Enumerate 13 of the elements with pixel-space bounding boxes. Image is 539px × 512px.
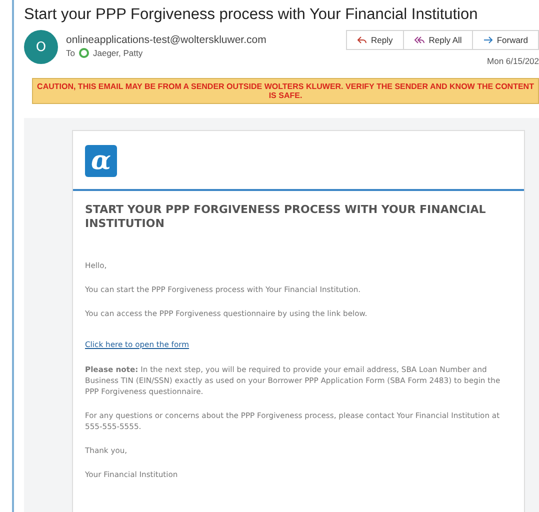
- received-date: Mon 6/15/202: [487, 56, 539, 66]
- email-heading: START YOUR PPP FORGIVENESS PROCESS WITH YOUR FINANCIAL INSTITUTION: [84, 202, 487, 232]
- to-label: To: [66, 48, 75, 58]
- alpha-logo: α: [85, 145, 117, 177]
- reply-icon: [357, 36, 367, 44]
- presence-icon: [78, 48, 89, 58]
- email-subject: Start your PPP Forgiveness process with Your Financial Institution: [24, 6, 479, 24]
- sender-address: onlineapplications-test@wolterskluwer.com: [66, 34, 268, 46]
- sender-avatar: O: [24, 30, 58, 64]
- recipient-name: Jaeger, Patty: [92, 48, 143, 58]
- caution-banner: CAUTION, THIS EMAIL MAY BE FROM A SENDER OUTSIDE WOLTERS KLUWER. VERIFY THE SENDER AND KNOW THE CONTENT IS SAFE.: [32, 78, 539, 104]
- reply-all-icon: [414, 36, 425, 44]
- forward-icon: [482, 36, 493, 44]
